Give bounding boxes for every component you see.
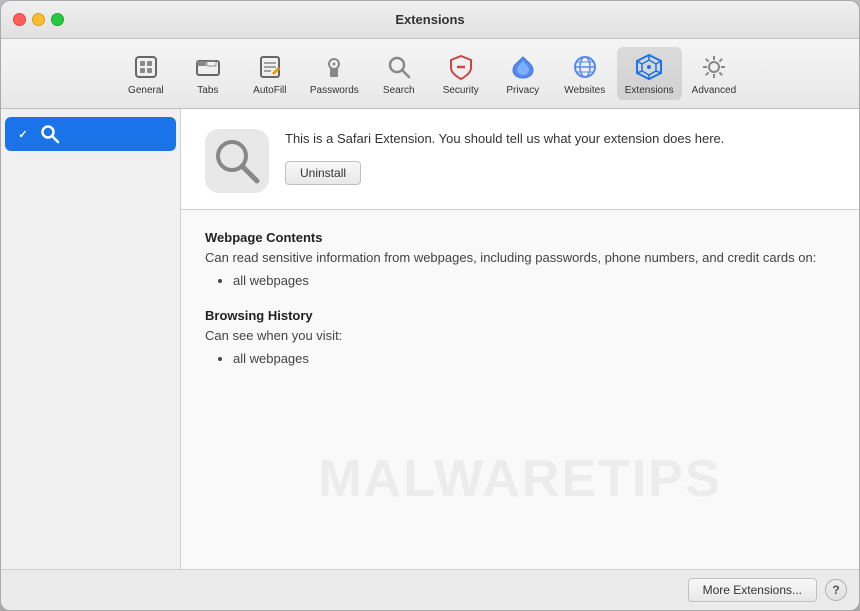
webpage-contents-desc: Can read sensitive information from webp… (205, 249, 835, 267)
toolbar-search-label: Search (383, 85, 415, 96)
browsing-history-list: all webpages (205, 351, 835, 366)
toolbar-passwords[interactable]: Passwords (302, 47, 367, 100)
browsing-history-title: Browsing History (205, 308, 835, 323)
toolbar-search[interactable]: Search (369, 47, 429, 100)
autofill-icon (254, 51, 286, 83)
advanced-icon (698, 51, 730, 83)
extension-header: This is a Safari Extension. You should t… (181, 109, 859, 210)
toolbar-extensions[interactable]: Extensions (617, 47, 682, 100)
toolbar-privacy[interactable]: Privacy (493, 47, 553, 100)
search-toolbar-icon (383, 51, 415, 83)
sidebar (1, 109, 181, 569)
security-icon (445, 51, 477, 83)
close-button[interactable] (13, 13, 26, 26)
uninstall-button[interactable]: Uninstall (285, 161, 361, 185)
more-extensions-button[interactable]: More Extensions... (688, 578, 817, 602)
traffic-lights (13, 13, 64, 26)
toolbar-privacy-label: Privacy (506, 85, 539, 96)
webpage-contents-item: all webpages (233, 273, 835, 288)
sidebar-extension-icon (39, 123, 61, 145)
extensions-icon (633, 51, 665, 83)
browsing-history-item: all webpages (233, 351, 835, 366)
tabs-icon (192, 51, 224, 83)
toolbar-general-label: General (128, 85, 164, 96)
toolbar-extensions-label: Extensions (625, 85, 674, 96)
toolbar-passwords-label: Passwords (310, 85, 359, 96)
titlebar: Extensions (1, 1, 859, 39)
toolbar-autofill-label: AutoFill (253, 85, 286, 96)
extension-large-icon (205, 129, 269, 193)
safari-preferences-window: Extensions General (0, 0, 860, 611)
toolbar-autofill[interactable]: AutoFill (240, 47, 300, 100)
maximize-button[interactable] (51, 13, 64, 26)
toolbar-security[interactable]: Security (431, 47, 491, 100)
passwords-icon (318, 51, 350, 83)
toolbar-security-label: Security (443, 85, 479, 96)
general-icon (130, 51, 162, 83)
main-content: This is a Safari Extension. You should t… (1, 109, 859, 569)
permissions-section: Webpage Contents Can read sensitive info… (181, 210, 859, 569)
privacy-icon (507, 51, 539, 83)
minimize-button[interactable] (32, 13, 45, 26)
toolbar-tabs-label: Tabs (197, 85, 218, 96)
permission-group-webpage: Webpage Contents Can read sensitive info… (205, 230, 835, 288)
toolbar-tabs[interactable]: Tabs (178, 47, 238, 100)
help-button[interactable]: ? (825, 579, 847, 601)
browsing-history-desc: Can see when you visit: (205, 327, 835, 345)
toolbar-general[interactable]: General (116, 47, 176, 100)
toolbar: General Tabs (1, 39, 859, 109)
webpage-contents-list: all webpages (205, 273, 835, 288)
toolbar-advanced[interactable]: Advanced (684, 47, 744, 100)
permission-group-history: Browsing History Can see when you visit:… (205, 308, 835, 366)
toolbar-advanced-label: Advanced (692, 85, 736, 96)
window-title: Extensions (395, 12, 464, 27)
extension-info: This is a Safari Extension. You should t… (285, 129, 835, 185)
extension-checkbox[interactable] (15, 126, 31, 142)
extension-description: This is a Safari Extension. You should t… (285, 129, 835, 149)
toolbar-websites-label: Websites (564, 85, 605, 96)
sidebar-item-search-ext[interactable] (5, 117, 176, 151)
toolbar-websites[interactable]: Websites (555, 47, 615, 100)
websites-icon (569, 51, 601, 83)
detail-pane: This is a Safari Extension. You should t… (181, 109, 859, 569)
bottom-bar: More Extensions... ? (1, 569, 859, 610)
webpage-contents-title: Webpage Contents (205, 230, 835, 245)
